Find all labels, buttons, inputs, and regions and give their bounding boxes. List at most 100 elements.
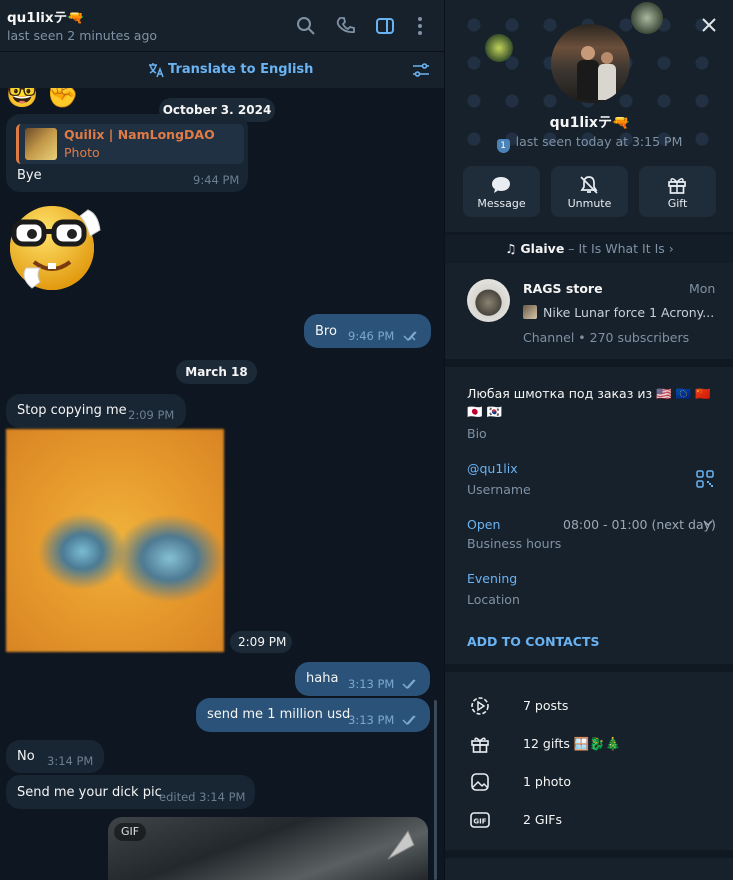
gifs-count: 2 GIFs	[523, 812, 563, 827]
message-million[interactable]: send me 1 million usd 3:13 PM	[196, 698, 430, 732]
gif-message[interactable]: GIF	[108, 817, 428, 880]
message-time: 3:14 PM	[47, 754, 94, 768]
double-check-icon	[403, 331, 417, 341]
chevron-down-icon[interactable]	[703, 519, 713, 527]
gif-badge: GIF	[114, 823, 146, 841]
date-separator: March 18	[176, 360, 257, 384]
chat-status: last seen 2 minutes ago	[7, 28, 158, 43]
gifs-row[interactable]: GIF 2 GIFs	[445, 801, 733, 839]
gift-button[interactable]: Gift	[639, 166, 716, 217]
message-bro[interactable]: Bro 9:46 PM	[304, 314, 431, 348]
music-note-icon: ♫	[505, 241, 521, 256]
username-value[interactable]: @qu1lix	[467, 461, 518, 476]
unmute-button[interactable]: Unmute	[551, 166, 628, 217]
avatar[interactable]	[551, 24, 630, 103]
translate-bar[interactable]: Translate to English	[0, 52, 444, 88]
more-options-icon[interactable]	[410, 16, 430, 36]
divider	[445, 664, 733, 672]
photo-icon	[471, 773, 489, 791]
location-value[interactable]: Evening	[467, 571, 517, 586]
gift-icon	[668, 178, 686, 194]
music-artist: Glaive	[520, 241, 565, 256]
translate-settings-icon[interactable]	[412, 61, 430, 79]
message-haha[interactable]: haha 3:13 PM	[295, 662, 430, 696]
message-dick[interactable]: Send me your dick pic edited 3:14 PM	[6, 775, 255, 809]
bio-label: Bio	[467, 426, 487, 441]
message-button[interactable]: Message	[463, 166, 540, 217]
channel-post: Nike Lunar force 1 Acrony...	[543, 305, 715, 320]
stories-icon	[471, 697, 489, 715]
divider	[445, 359, 733, 367]
posts-count: 7 posts	[523, 698, 569, 713]
music-track: – It Is What It Is ›	[564, 241, 674, 256]
hours-range[interactable]: 08:00 - 01:00 (next day)	[563, 517, 716, 532]
badge-icon: 1	[496, 139, 510, 153]
reply-thumbnail	[25, 128, 57, 160]
photo-message[interactable]	[6, 429, 224, 652]
svg-text:GIF: GIF	[473, 818, 486, 826]
gift-label: Gift	[667, 197, 688, 210]
unmute-label: Unmute	[567, 197, 612, 210]
message-text: Bro	[315, 324, 337, 339]
gifts-count: 12 gifts 🪟🐉🎄	[523, 736, 621, 751]
photos-row[interactable]: 1 photo	[445, 763, 733, 801]
message-time: 3:13 PM	[348, 677, 395, 691]
gift-box-icon	[471, 737, 489, 753]
sidebar-toggle-icon[interactable]	[375, 16, 395, 36]
chat-scrollbar[interactable]	[434, 700, 437, 880]
channel-post-thumb	[523, 305, 537, 319]
nerd-sticker[interactable]	[4, 196, 108, 294]
gif-icon: GIF	[470, 812, 490, 828]
message-label: Message	[477, 197, 526, 210]
chat-header[interactable]: qu1lixテ🔫 last seen 2 minutes ago	[0, 0, 444, 52]
message-text: haha	[306, 671, 339, 686]
profile-panel: qu1lixテ🔫 1 last seen today at 3:15 PM Mes…	[444, 0, 733, 880]
gift-pattern-icon	[485, 34, 513, 62]
hours-status[interactable]: Open	[467, 517, 500, 532]
reply-author: Quilix | NamLongDAO	[64, 127, 215, 142]
message-text: No	[17, 749, 35, 764]
photo-time: 2:09 PM	[238, 635, 287, 649]
telegram-window: 🤓 ✊ October 3, 2024 Quilix | NamLongDAO …	[0, 0, 733, 880]
hours-label: Business hours	[467, 536, 562, 551]
posts-row[interactable]: 7 posts	[445, 687, 733, 725]
gifts-row[interactable]: 12 gifts 🪟🐉🎄	[445, 725, 733, 763]
search-icon[interactable]	[296, 16, 316, 36]
double-check-icon	[402, 679, 416, 689]
channel-name: RAGS store	[523, 281, 603, 296]
profile-last-seen: 1 last seen today at 3:15 PM	[445, 134, 733, 153]
message-time: edited 3:14 PM	[159, 790, 246, 804]
add-to-contacts-button[interactable]: ADD TO CONTACTS	[467, 634, 599, 649]
username-label: Username	[467, 482, 531, 497]
chat-title[interactable]: qu1lixテ🔫	[7, 6, 84, 26]
message-time: 9:44 PM	[193, 173, 240, 187]
channel-meta: Channel • 270 subscribers	[523, 330, 690, 345]
channel-avatar	[467, 279, 510, 322]
message-time: 3:13 PM	[348, 713, 395, 727]
chat-bubble-icon	[492, 177, 510, 193]
message-time: 2:09 PM	[128, 408, 175, 422]
qr-code-icon[interactable]	[696, 470, 714, 488]
photo-time-pill: 2:09 PM	[230, 631, 292, 653]
close-icon[interactable]	[700, 16, 718, 34]
message-text: Bye	[17, 168, 42, 183]
translate-button[interactable]: Translate to English	[168, 62, 313, 77]
gif-shape	[387, 829, 415, 860]
double-check-icon	[402, 715, 416, 725]
bio-text: Любая шмотка под заказ из 🇺🇸 🇪🇺 🇨🇳 🇯🇵 🇰🇷	[467, 386, 711, 419]
phone-icon[interactable]	[336, 16, 356, 36]
chat-area: 🤓 ✊ October 3, 2024 Quilix | NamLongDAO …	[0, 0, 444, 880]
message-time: 9:46 PM	[348, 329, 395, 343]
channel-card[interactable]: RAGS store Mon Nike Lunar force 1 Acrony…	[445, 263, 733, 359]
message-stop[interactable]: Stop copying me 2:09 PM	[6, 394, 186, 428]
translate-icon	[149, 63, 164, 78]
bell-muted-icon	[580, 176, 598, 194]
message-text: Send me your dick pic	[17, 785, 162, 800]
profile-name: qu1lixテ🔫	[549, 115, 630, 131]
reply-kind: Photo	[64, 145, 100, 160]
location-label: Location	[467, 592, 520, 607]
message-no[interactable]: No 3:14 PM	[6, 740, 104, 773]
reply-preview[interactable]: Quilix | NamLongDAO Photo	[16, 124, 244, 164]
message-bye[interactable]: Quilix | NamLongDAO Photo Bye 9:44 PM	[6, 114, 248, 192]
music-row[interactable]: ♫ Glaive – It Is What It Is ›	[445, 235, 733, 263]
